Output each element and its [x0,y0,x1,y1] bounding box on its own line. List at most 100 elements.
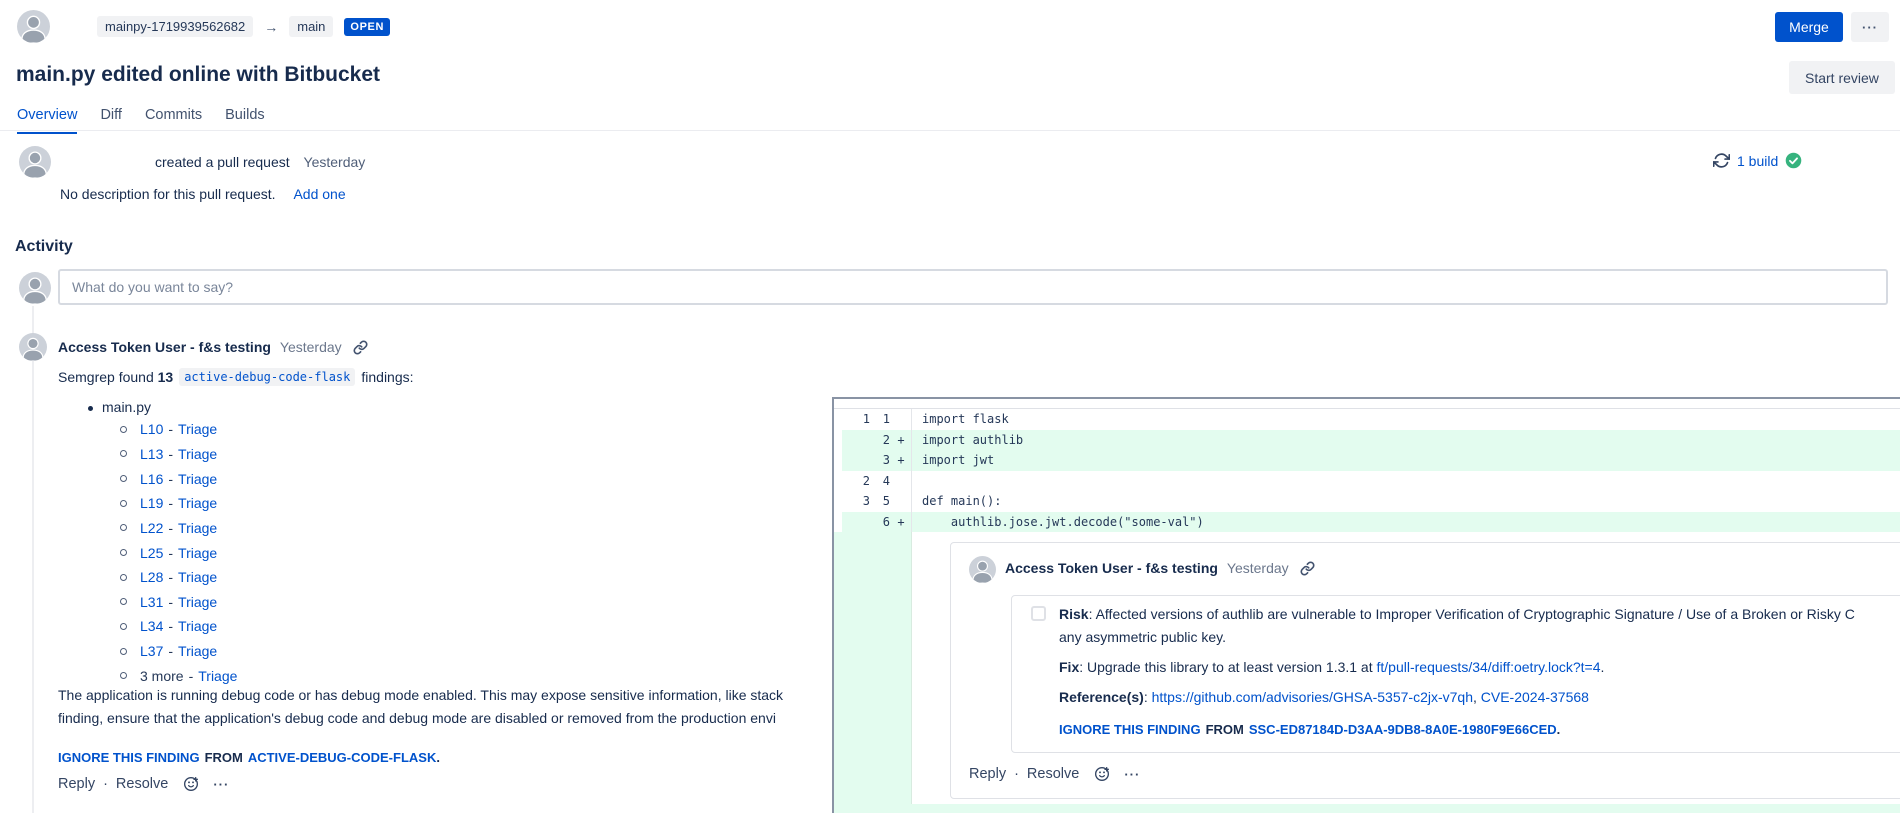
page-title: main.py edited online with Bitbucket [16,63,380,87]
diff-sign: + [892,453,910,467]
fix-link[interactable]: ft/pull-requests/34/diff:oetry.lock?t=4 [1377,659,1601,675]
inline-ignore-target-link[interactable]: SSC-ED87184D-D3AA-9DB8-8A0E-1980F9E66CED [1249,722,1557,737]
finding-triage-link[interactable]: Triage [178,421,217,437]
comment-time[interactable]: Yesterday [280,339,342,355]
finding-triage-link[interactable]: Triage [178,594,217,610]
finding-item: L34-Triage [120,614,237,639]
clipped-added-line [834,804,1900,813]
finding-triage-link[interactable]: Triage [178,569,217,585]
fix-line: Fix: Upgrade this library to at least ve… [1059,656,1900,679]
finding-line-link[interactable]: L37 [140,643,163,659]
comment-input[interactable] [58,269,1888,305]
inline-comment-time[interactable]: Yesterday [1227,560,1289,576]
new-line-number: 1 [874,412,890,426]
finding-dash: - [168,569,173,585]
semgrep-summary: Semgrep found 13 active-debug-code-flask… [58,368,414,386]
comment-actions: Reply · Resolve ··· [58,776,229,792]
finding-line-link[interactable]: L22 [140,520,163,536]
inline-ignore-row: IGNORE THIS FINDINGFROMSSC-ED87184D-D3AA… [1059,718,1900,741]
diff-line-added: 6+ authlib.jose.jwt.decode("some-val") [834,512,1900,533]
finding-line-link[interactable]: L25 [140,545,163,561]
add-description-link[interactable]: Add one [293,186,345,202]
reference-link-ghsa[interactable]: https://github.com/advisories/GHSA-5357-… [1152,689,1473,705]
ignore-rule-link[interactable]: ACTIVE-DEBUG-CODE-FLASK [248,750,437,765]
builds-refresh-icon[interactable] [1713,152,1730,169]
semgrep-suffix: findings: [361,369,413,385]
inline-reply-link[interactable]: Reply [969,766,1006,782]
finding-triage-link[interactable]: Triage [178,643,217,659]
gutter-expander [834,409,842,430]
inline-permalink-icon[interactable] [1300,561,1315,576]
finding-dash: - [168,643,173,659]
add-reaction-icon[interactable] [183,776,199,792]
old-line-number: 2 [842,474,870,488]
pull-request-page: mainpy-1719939562682 → main OPEN Merge ·… [0,0,1900,813]
finding-dash: - [168,421,173,437]
fix-label: Fix [1059,659,1079,675]
comment-permalink-icon[interactable] [353,340,368,355]
diff-sign: + [892,433,910,447]
gutter-expander [834,450,842,471]
finding-triage-link[interactable]: Triage [178,520,217,536]
finding-line-link[interactable]: L19 [140,495,163,511]
finding-item: L22-Triage [120,516,237,541]
inline-ignore-finding-link[interactable]: IGNORE THIS FINDING [1059,722,1201,737]
branch-row: mainpy-1719939562682 → main OPEN [97,16,390,37]
pr-author-avatar [17,10,50,43]
finding-dash: - [168,618,173,634]
header-more-button[interactable]: ··· [1851,12,1889,42]
inline-resolve-link[interactable]: Resolve [1027,766,1079,782]
finding-checkbox[interactable] [1031,606,1046,621]
more-findings-text: 3 more [140,668,184,684]
finding-triage-link[interactable]: Triage [178,446,217,462]
start-review-button[interactable]: Start review [1789,61,1895,94]
target-branch-chip[interactable]: main [289,16,333,37]
finding-dash: - [168,446,173,462]
bullet-icon [88,406,93,411]
inline-comment-more-button[interactable]: ··· [1124,767,1140,782]
status-badge: OPEN [344,18,390,36]
source-branch-chip[interactable]: mainpy-1719939562682 [97,16,253,37]
no-description-text: No description for this pull request. [60,186,276,202]
finding-triage-link[interactable]: Triage [178,618,217,634]
merge-button[interactable]: Merge [1775,12,1843,42]
builds-count-link[interactable]: 1 build [1737,153,1778,169]
comment-header: Access Token User - f&s testing Yesterda… [58,339,368,355]
finding-line-link[interactable]: L34 [140,618,163,634]
finding-line-link[interactable]: L10 [140,421,163,437]
activity-heading: Activity [15,238,73,256]
code-text: import flask [912,409,1900,430]
finding-detail-text: Risk: Affected versions of authlib are v… [1059,603,1900,741]
finding-detail-box: Risk: Affected versions of authlib are v… [1011,595,1900,753]
findings-count: 13 [158,369,174,385]
ignore-finding-link[interactable]: IGNORE THIS FINDING [58,750,200,765]
code-text: import jwt [912,450,1900,471]
resolve-link[interactable]: Resolve [116,776,168,792]
tabs-divider [0,130,1900,131]
fix-text: : Upgrade this library to at least versi… [1079,659,1376,675]
finding-triage-link[interactable]: Triage [178,545,217,561]
finding-line-link[interactable]: L13 [140,446,163,462]
inline-add-reaction-icon[interactable] [1094,766,1110,782]
diff-header-strip [834,399,1900,409]
finding-item: L31-Triage [120,589,237,614]
references-label: Reference(s) [1059,689,1144,705]
reference-link-cve[interactable]: CVE-2024-37568 [1481,689,1589,705]
code-text: def main(): [912,491,1900,512]
finding-item: L16-Triage [120,466,237,491]
ignore-finding-row: IGNORE THIS FINDINGFROMACTIVE-DEBUG-CODE… [58,750,440,765]
rule-name-chip[interactable]: active-debug-code-flask [179,368,355,386]
finding-dash: - [168,495,173,511]
finding-triage-link[interactable]: Triage [178,495,217,511]
finding-line-link[interactable]: L28 [140,569,163,585]
comment-more-button[interactable]: ··· [213,777,229,792]
finding-triage-link[interactable]: Triage [198,668,237,684]
references-line: Reference(s): https://github.com/advisor… [1059,686,1900,709]
finding-triage-link[interactable]: Triage [178,471,217,487]
finding-line-link[interactable]: L16 [140,471,163,487]
finding-dash: - [168,471,173,487]
reply-link[interactable]: Reply [58,776,95,792]
code-text: authlib.jose.jwt.decode("some-val") [912,512,1900,533]
finding-line-link[interactable]: L31 [140,594,163,610]
created-time: Yesterday [304,154,366,170]
